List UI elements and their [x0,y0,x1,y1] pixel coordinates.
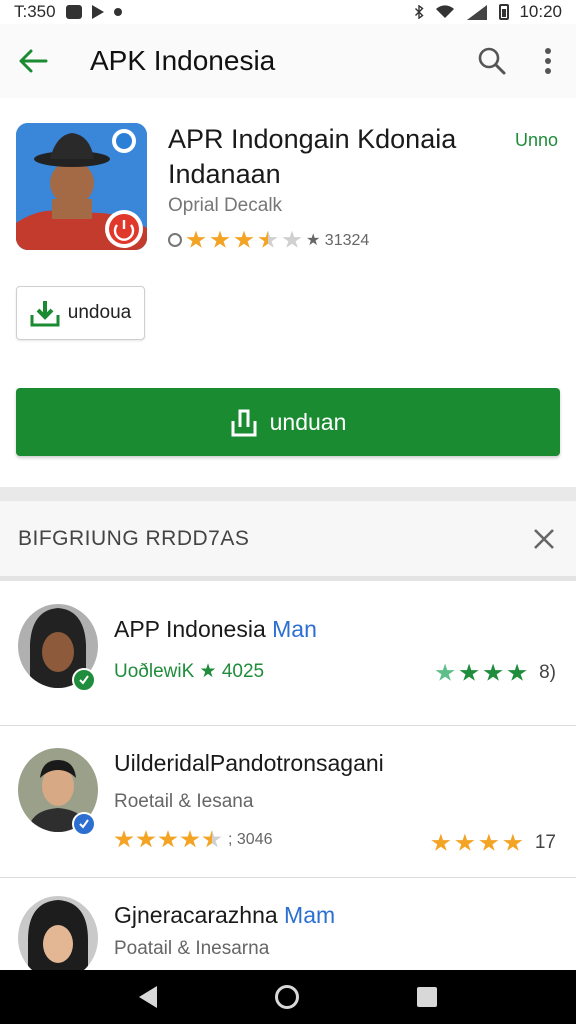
notification-dot-icon [113,8,122,16]
star-icon [282,230,302,248]
navigation-bar [0,970,576,1024]
status-time-left: T:350 [14,2,56,21]
developer-name[interactable]: Oprial Decalk [168,195,282,217]
list-item[interactable]: UilderidalPandotronsagani Roetail & Iesa… [0,726,576,878]
page-title: APK Indonesia [90,45,276,76]
star-icon [158,830,178,848]
star-icon [180,830,200,848]
nav-recent-apps-icon[interactable] [417,987,437,1007]
section-divider [0,487,576,501]
item-title-accent: Mam [284,902,336,928]
close-section-button[interactable] [512,507,576,571]
list-item[interactable]: Gjneracarazhna Mam Poatail & Inesarna [0,878,576,970]
star-icon [431,833,451,851]
item-right-text: 8) [539,662,556,683]
gallery-icon [65,5,82,19]
rating-count: ★ 31324 [306,232,370,249]
avatar [18,896,98,970]
verified-badge-icon [72,668,96,692]
item-rating-right: 17 [431,832,556,854]
item-right-text: 17 [534,832,556,853]
section-header: BIFGRIUNG RRDD7AS [0,501,576,581]
install-button[interactable]: unduan [16,388,560,456]
back-button[interactable] [0,24,66,98]
list-item-sub: Poatail & Inesarna [114,938,270,959]
list-item-sub: UoðlewiK ★ 4025 [114,661,265,682]
play-icon [91,5,104,19]
app-icon[interactable] [16,123,147,250]
more-options-button[interactable] [520,33,576,89]
list-item-title: UilderidalPandotronsagani [114,750,384,776]
item-rating-right: 8) [435,662,556,684]
close-icon [534,528,554,549]
app-bar: APK Indonesia [0,24,576,98]
install-button-label: unduan [269,408,347,435]
battery-icon [499,4,510,20]
search-icon [478,47,506,75]
more-vert-icon [545,48,551,74]
list-item-title: Gjneracarazhna Mam [114,902,335,929]
star-icon [136,830,156,848]
star-icon [202,830,222,848]
nav-back-icon[interactable] [139,986,157,1008]
bluetooth-icon [415,5,425,19]
star-icon [503,833,523,851]
item-title-accent: Man [272,616,317,642]
download-icon [30,301,60,327]
status-bar: T:350 10:20 [0,0,576,24]
list-item-sub: Roetail & Iesana [114,791,254,812]
item-title-text: Gjneracarazhna [114,902,278,928]
star-icon [435,663,455,681]
list-item[interactable]: APP Indonesia Man UoðlewiK ★ 4025 8) [0,586,576,726]
verified-badge-icon [72,812,96,836]
app-tag: Unno [514,130,558,150]
app-list: APP Indonesia Man UoðlewiK ★ 4025 8) Uil… [0,586,576,970]
nav-home-icon[interactable] [275,985,299,1009]
star-icon [507,663,527,681]
star-icon [483,663,503,681]
app-icon-image [16,123,147,250]
signal-icon [467,5,488,20]
item-rating: ; 3046 [114,830,272,849]
arrow-left-icon [19,49,48,73]
star-icon [459,663,479,681]
star-icon [234,230,254,248]
info-icon [168,233,182,247]
wifi-icon [436,5,455,19]
star-icon [186,230,206,248]
star-icon [114,830,134,848]
item-title-text: APP Indonesia [114,616,266,642]
star-icon [258,230,278,248]
download-small-label: undoua [67,302,132,323]
status-time-right: 10:20 [519,2,562,21]
search-button[interactable] [464,33,520,89]
app-name: APR Indongain Kdonaia Indanaan [168,124,457,189]
item-rating-text: ; 3046 [228,830,273,848]
star-icon [455,833,475,851]
app-rating: ★ 31324 [168,230,369,250]
star-icon [479,833,499,851]
star-icon [210,230,230,248]
app-header: APR Indongain Kdonaia Indanaan Unno Opri… [0,98,576,490]
list-item-title: APP Indonesia Man [114,616,317,643]
section-title: BIFGRIUNG RRDD7AS [18,526,250,550]
download-small-button[interactable]: undoua [16,286,145,340]
download-icon [231,409,257,437]
